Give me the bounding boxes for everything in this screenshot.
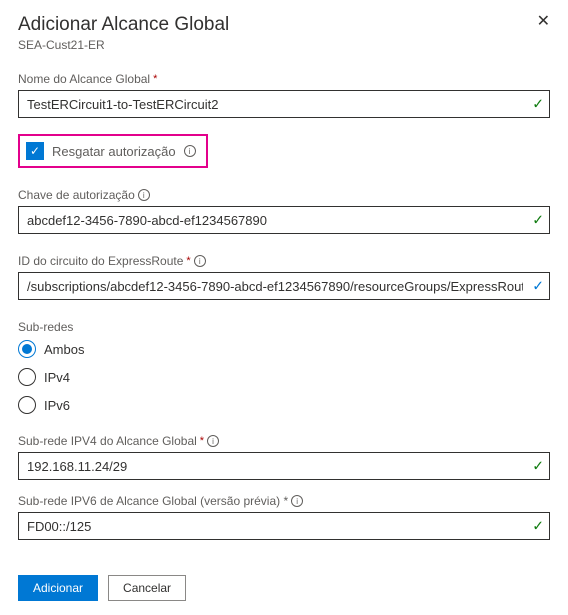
auth-key-label: Chave de autorização i — [18, 188, 550, 202]
add-button[interactable]: Adicionar — [18, 575, 98, 601]
ipv4-subnet-label: Sub-rede IPV4 do Alcance Global* i — [18, 434, 550, 448]
ipv6-subnet-label: Sub-rede IPV6 de Alcance Global (versão … — [18, 494, 550, 508]
radio-icon — [18, 396, 36, 414]
dialog-title: Adicionar Alcance Global — [18, 14, 229, 36]
info-icon[interactable]: i — [291, 495, 303, 507]
radio-icon — [18, 340, 36, 358]
subnets-option-ipv6[interactable]: IPv6 — [18, 396, 550, 414]
name-label: Nome do Alcance Global* — [18, 72, 550, 86]
info-icon[interactable]: i — [138, 189, 150, 201]
redeem-auth-label: Resgatar autorização — [52, 144, 176, 159]
circuit-id-label: ID do circuito do ExpressRoute* i — [18, 254, 550, 268]
ipv4-subnet-input[interactable] — [18, 452, 550, 480]
radio-icon — [18, 368, 36, 386]
name-input[interactable] — [18, 90, 550, 118]
circuit-id-input[interactable] — [18, 272, 550, 300]
info-icon[interactable]: i — [207, 435, 219, 447]
subnets-label: Sub-redes — [18, 320, 550, 334]
redeem-auth-highlight: ✓ Resgatar autorização i — [18, 134, 208, 168]
cancel-button[interactable]: Cancelar — [108, 575, 186, 601]
close-button[interactable]: ✕ — [537, 14, 550, 30]
info-icon[interactable]: i — [184, 145, 196, 157]
auth-key-input[interactable] — [18, 206, 550, 234]
ipv6-subnet-input[interactable] — [18, 512, 550, 540]
info-icon[interactable]: i — [194, 255, 206, 267]
subnets-option-ipv4[interactable]: IPv4 — [18, 368, 550, 386]
dialog-subtitle: SEA-Cust21-ER — [18, 38, 229, 52]
redeem-auth-checkbox[interactable]: ✓ — [26, 142, 44, 160]
subnets-option-both[interactable]: Ambos — [18, 340, 550, 358]
